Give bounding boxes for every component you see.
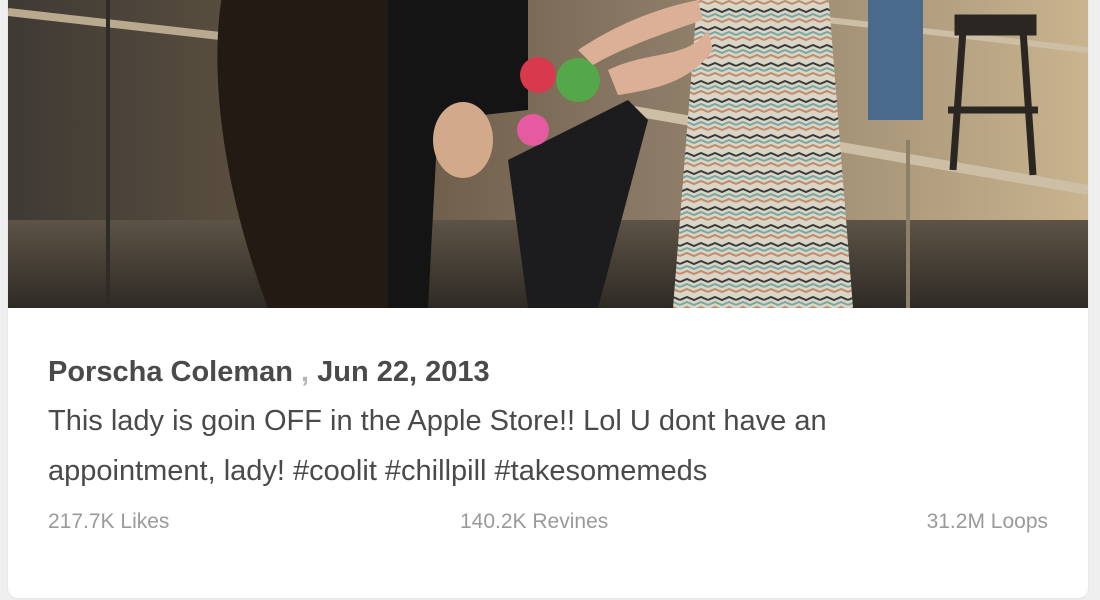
revines-count[interactable]: 140.2K Revines [460, 510, 608, 534]
loops-count: 31.2M Loops [926, 510, 1048, 533]
author-name[interactable]: Porscha Coleman [48, 356, 293, 388]
video-thumbnail[interactable] [8, 0, 1088, 308]
post-card: Porscha Coleman , Jun 22, 2013 This lady… [8, 0, 1088, 598]
byline: Porscha Coleman , Jun 22, 2013 [48, 354, 1048, 390]
post-meta: Porscha Coleman , Jun 22, 2013 This lady… [48, 354, 1048, 496]
byline-separator: , [301, 356, 310, 388]
post-date: Jun 22, 2013 [317, 356, 490, 388]
post-description: This lady is goin OFF in the Apple Store… [48, 405, 827, 487]
likes-count[interactable]: 217.7K Likes [48, 510, 169, 534]
post-stats: 217.7K Likes 140.2K Revines 31.2M Loops [48, 510, 1048, 540]
